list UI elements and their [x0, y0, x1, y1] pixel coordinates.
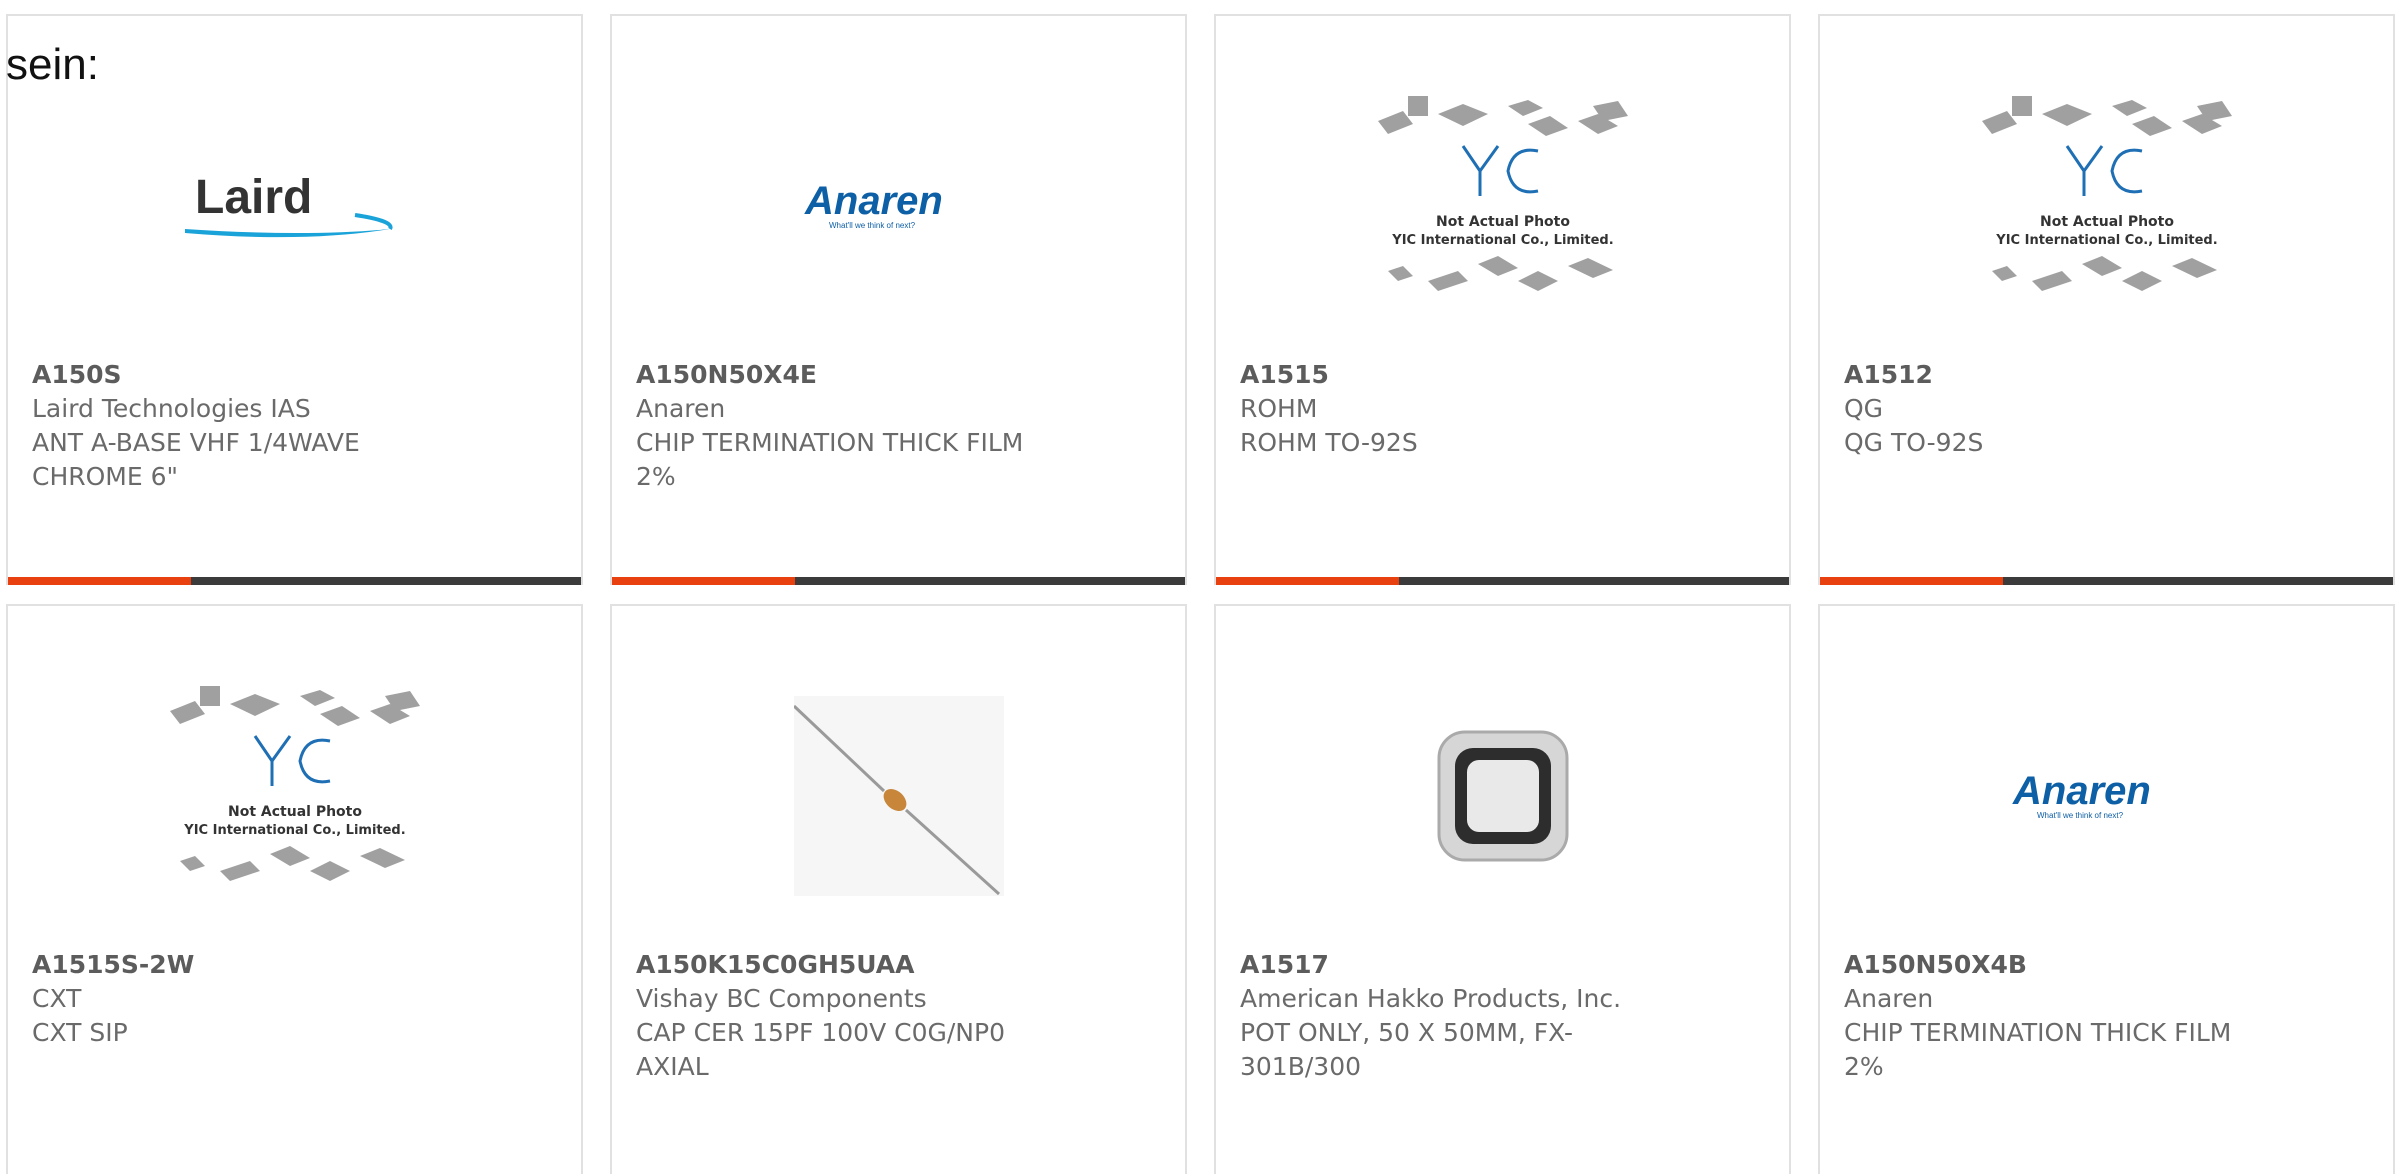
- card-bar: [1216, 577, 1789, 585]
- description: ANT A-BASE VHF 1/4WAVE: [32, 428, 360, 457]
- description-cont: 301B/300: [1240, 1052, 1362, 1081]
- product-info: A1515 ROHM ROHM TO-92S: [1240, 358, 1670, 460]
- svg-text:What'll we think of next?: What'll we think of next?: [2037, 811, 2124, 820]
- product-image[interactable]: Laird: [8, 56, 581, 356]
- product-image[interactable]: Not Actual Photo YIC International Co., …: [1216, 56, 1789, 356]
- manufacturer: ROHM: [1240, 394, 1318, 423]
- part-number[interactable]: A1517: [1240, 948, 1670, 982]
- description: ROHM TO-92S: [1240, 428, 1418, 457]
- axial-capacitor-photo: [793, 696, 1004, 896]
- anaren-logo: Anaren What'll we think of next?: [2012, 769, 2151, 820]
- yic-placeholder-image: Not Actual Photo YIC International Co., …: [1981, 96, 2232, 291]
- manufacturer: Anaren: [1844, 984, 1934, 1013]
- part-number[interactable]: A150K15C0GH5UAA: [636, 948, 1066, 982]
- product-info: A150N50X4B Anaren CHIP TERMINATION THICK…: [1844, 948, 2274, 1084]
- svg-text:Not Actual Photo: Not Actual Photo: [228, 804, 362, 820]
- part-number[interactable]: A150S: [32, 358, 462, 392]
- intro-text: sein:: [6, 40, 99, 89]
- description: CHIP TERMINATION THICK FILM: [1844, 1018, 2232, 1047]
- product-info: A1512 QG QG TO-92S: [1844, 358, 2274, 460]
- description-cont: 2%: [636, 462, 676, 491]
- manufacturer: Anaren: [636, 394, 726, 423]
- part-number[interactable]: A1515S-2W: [32, 948, 462, 982]
- laird-logo: Laird: [184, 171, 393, 238]
- product-image[interactable]: Not Actual Photo YIC International Co., …: [8, 646, 581, 946]
- yic-placeholder-image: Not Actual Photo YIC International Co., …: [169, 686, 420, 881]
- product-info: A150S Laird Technologies IAS ANT A-BASE …: [32, 358, 462, 494]
- product-card[interactable]: A1517 American Hakko Products, Inc. POT …: [1214, 604, 1791, 1174]
- part-number[interactable]: A1512: [1844, 358, 2274, 392]
- manufacturer: Laird Technologies IAS: [32, 394, 311, 423]
- description: CHIP TERMINATION THICK FILM: [636, 428, 1024, 457]
- description-cont: AXIAL: [636, 1052, 709, 1081]
- product-card[interactable]: Not Actual Photo YIC International Co., …: [1818, 14, 2395, 585]
- description-cont: 2%: [1844, 1052, 1884, 1081]
- product-info: A150N50X4E Anaren CHIP TERMINATION THICK…: [636, 358, 1066, 494]
- product-card[interactable]: Laird A150S Laird Technologies IAS ANT A…: [6, 14, 583, 585]
- product-image[interactable]: Not Actual Photo YIC International Co., …: [1820, 56, 2393, 356]
- description: CXT SIP: [32, 1018, 128, 1047]
- svg-text:Not Actual Photo: Not Actual Photo: [2040, 214, 2174, 230]
- svg-text:Anaren: Anaren: [2012, 769, 2151, 813]
- product-image[interactable]: [1216, 646, 1789, 946]
- manufacturer: American Hakko Products, Inc.: [1240, 984, 1622, 1013]
- product-card[interactable]: Anaren What'll we think of next? A150N50…: [610, 14, 1187, 585]
- part-number[interactable]: A150N50X4B: [1844, 948, 2274, 982]
- product-card[interactable]: Not Actual Photo YIC International Co., …: [6, 604, 583, 1174]
- svg-text:YIC International Co., Limited: YIC International Co., Limited.: [1391, 233, 1613, 248]
- product-image[interactable]: Anaren What'll we think of next?: [1820, 646, 2393, 946]
- solder-pot-photo: [1437, 730, 1568, 862]
- product-image[interactable]: Anaren What'll we think of next?: [612, 56, 1185, 356]
- yic-placeholder-image: Not Actual Photo YIC International Co., …: [1377, 96, 1628, 291]
- card-bar: [1820, 577, 2393, 585]
- manufacturer: CXT: [32, 984, 82, 1013]
- product-card[interactable]: Anaren What'll we think of next? A150N50…: [1818, 604, 2395, 1174]
- svg-text:Anaren: Anaren: [804, 179, 943, 223]
- description: QG TO-92S: [1844, 428, 1984, 457]
- manufacturer: QG: [1844, 394, 1884, 423]
- svg-text:What'll we think of next?: What'll we think of next?: [829, 221, 916, 230]
- description-cont: CHROME 6": [32, 462, 179, 491]
- svg-text:Not Actual Photo: Not Actual Photo: [1436, 214, 1570, 230]
- svg-text:Laird: Laird: [195, 171, 312, 224]
- part-number[interactable]: A1515: [1240, 358, 1670, 392]
- manufacturer: Vishay BC Components: [636, 984, 927, 1013]
- svg-text:YIC International Co., Limited: YIC International Co., Limited.: [183, 823, 405, 838]
- description: CAP CER 15PF 100V C0G/NP0: [636, 1018, 1005, 1047]
- product-info: A1517 American Hakko Products, Inc. POT …: [1240, 948, 1670, 1084]
- anaren-logo: Anaren What'll we think of next?: [804, 179, 943, 230]
- part-number[interactable]: A150N50X4E: [636, 358, 1066, 392]
- card-bar: [612, 577, 1185, 585]
- svg-text:YIC International Co., Limited: YIC International Co., Limited.: [1995, 233, 2217, 248]
- product-info: A150K15C0GH5UAA Vishay BC Components CAP…: [636, 948, 1066, 1084]
- product-card[interactable]: A150K15C0GH5UAA Vishay BC Components CAP…: [610, 604, 1187, 1174]
- card-bar: [8, 577, 581, 585]
- product-info: A1515S-2W CXT CXT SIP: [32, 948, 462, 1050]
- product-card[interactable]: Not Actual Photo YIC International Co., …: [1214, 14, 1791, 585]
- product-image[interactable]: [612, 646, 1185, 946]
- description: POT ONLY, 50 X 50MM, FX-: [1240, 1018, 1574, 1047]
